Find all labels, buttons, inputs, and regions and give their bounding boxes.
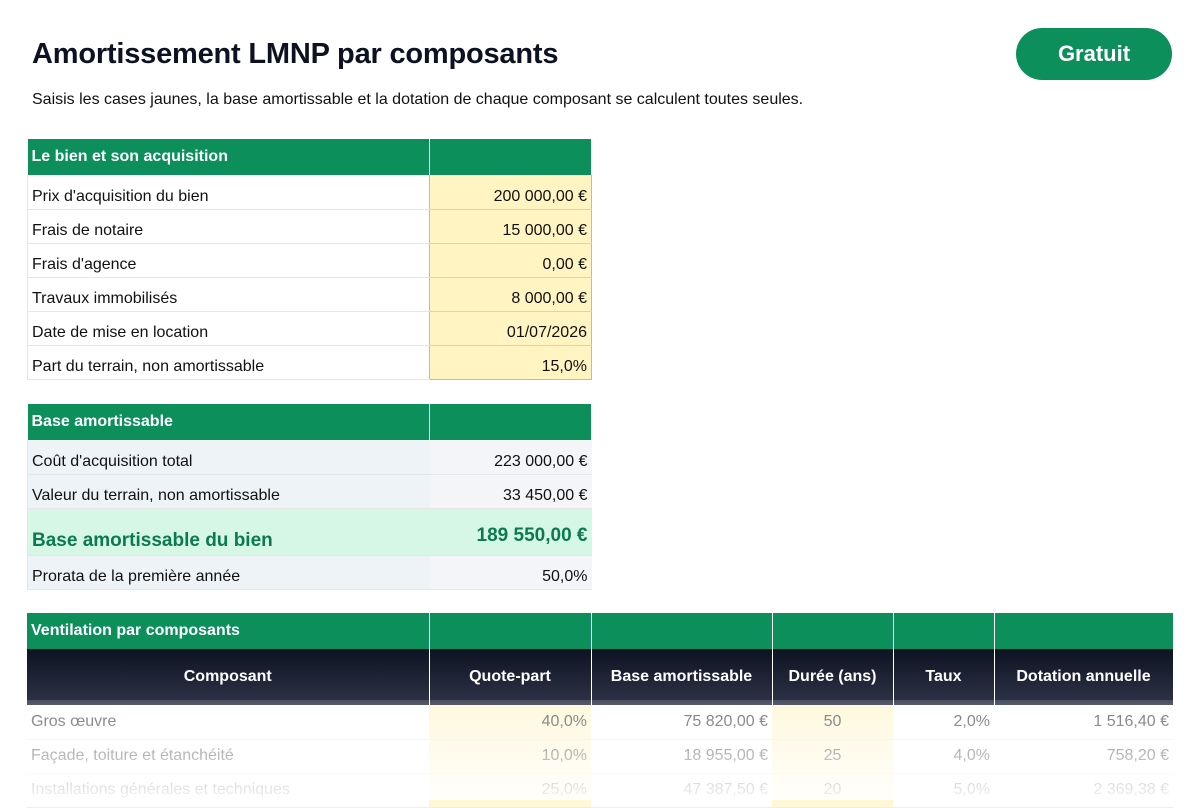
land-share-input[interactable]: 15,0% xyxy=(429,345,592,380)
component-dotation: 1 516,40 € xyxy=(994,705,1173,740)
component-rate: 5,0% xyxy=(893,773,994,808)
duration-input[interactable]: 25 xyxy=(772,739,893,774)
duration-input[interactable]: 50 xyxy=(772,705,893,740)
column-header: Durée (ans) xyxy=(772,649,894,705)
component-name: Installations générales et techniques xyxy=(27,773,429,808)
highlight-row: Base amortissable du bien 189 550,00 € xyxy=(27,508,592,556)
depreciable-base-value: 189 550,00 € xyxy=(429,508,592,556)
component-base: 18 955,00 € xyxy=(591,739,772,774)
table-row: Façade, toiture et étanchéité 10,0% 18 9… xyxy=(27,739,1173,774)
row-label: Coût d'acquisition total xyxy=(27,440,430,475)
rental-date-input[interactable]: 01/07/2026 xyxy=(429,311,592,346)
column-header-row: Composant Quote-part Base amortissable D… xyxy=(27,649,1174,705)
share-input[interactable]: 40,0% xyxy=(429,705,591,740)
table-row: Coût d'acquisition total 223 000,00 € xyxy=(27,440,592,475)
duration-input[interactable]: 20 xyxy=(772,773,893,808)
base-table: Base amortissable Coût d'acquisition tot… xyxy=(27,404,592,590)
land-value: 33 450,00 € xyxy=(429,474,592,509)
column-header: Taux xyxy=(893,649,995,705)
component-rate: 2,0% xyxy=(893,705,994,740)
row-label: Part du terrain, non amortissable xyxy=(27,345,430,380)
share-input[interactable]: 10,0% xyxy=(429,739,591,774)
page-subtitle: Saisis les cases jaunes, la base amortis… xyxy=(32,91,804,108)
table-row: Frais de notaire 15 000,00 € xyxy=(27,209,592,244)
table-row: Part du terrain, non amortissable 15,0% xyxy=(27,345,592,380)
components-header: Ventilation par composants xyxy=(27,613,1174,649)
components-table: Ventilation par composants Composant Quo… xyxy=(27,613,1174,808)
component-name: Façade, toiture et étanchéité xyxy=(27,739,429,774)
row-label: Valeur du terrain, non amortissable xyxy=(27,474,430,509)
table-row: Gros œuvre 40,0% 75 820,00 € 50 2,0% 1 5… xyxy=(27,705,1173,740)
table-row: Travaux immobilisés 8 000,00 € xyxy=(27,277,592,312)
column-header: Quote-part xyxy=(429,649,592,705)
table-row: Installations générales et techniques 25… xyxy=(27,773,1173,808)
acquisition-table: Le bien et son acquisition Prix d'acquis… xyxy=(27,139,592,380)
component-rate: 4,0% xyxy=(893,739,994,774)
acquisition-title: Le bien et son acquisition xyxy=(27,139,430,175)
row-label: Frais d'agence xyxy=(27,243,430,278)
table-row: Prix d'acquisition du bien 200 000,00 € xyxy=(27,175,592,210)
free-badge[interactable]: Gratuit xyxy=(1016,28,1172,80)
components-title: Ventilation par composants xyxy=(27,613,430,649)
table-row: Frais d'agence 0,00 € xyxy=(27,243,592,278)
component-base: 75 820,00 € xyxy=(591,705,772,740)
agency-fees-input[interactable]: 0,00 € xyxy=(429,243,592,278)
row-label: Frais de notaire xyxy=(27,209,430,244)
row-label: Date de mise en location xyxy=(27,311,430,346)
table-row: Date de mise en location 01/07/2026 xyxy=(27,311,592,346)
works-input[interactable]: 8 000,00 € xyxy=(429,277,592,312)
table-row: Prorata de la première année 50,0% xyxy=(27,555,592,590)
acquisition-header: Le bien et son acquisition xyxy=(27,139,592,175)
prorata-value: 50,0% xyxy=(429,555,592,590)
notary-fees-input[interactable]: 15 000,00 € xyxy=(429,209,592,244)
row-label: Prix d'acquisition du bien xyxy=(27,175,430,210)
component-base: 47 387,50 € xyxy=(591,773,772,808)
page-title: Amortissement LMNP par composants xyxy=(32,38,559,70)
highlight-label: Base amortissable du bien xyxy=(27,508,430,556)
column-header: Composant xyxy=(27,649,430,705)
price-input[interactable]: 200 000,00 € xyxy=(429,175,592,210)
base-title: Base amortissable xyxy=(27,404,430,440)
column-header: Base amortissable xyxy=(591,649,773,705)
total-cost-value: 223 000,00 € xyxy=(429,440,592,475)
share-input[interactable]: 25,0% xyxy=(429,773,591,808)
row-label: Travaux immobilisés xyxy=(27,277,430,312)
row-label: Prorata de la première année xyxy=(27,555,430,590)
component-dotation: 2 369,38 € xyxy=(994,773,1173,808)
component-dotation: 758,20 € xyxy=(994,739,1173,774)
column-header: Dotation annuelle xyxy=(994,649,1174,705)
component-name: Gros œuvre xyxy=(27,705,429,740)
table-row: Valeur du terrain, non amortissable 33 4… xyxy=(27,474,592,509)
base-header: Base amortissable xyxy=(27,404,592,440)
